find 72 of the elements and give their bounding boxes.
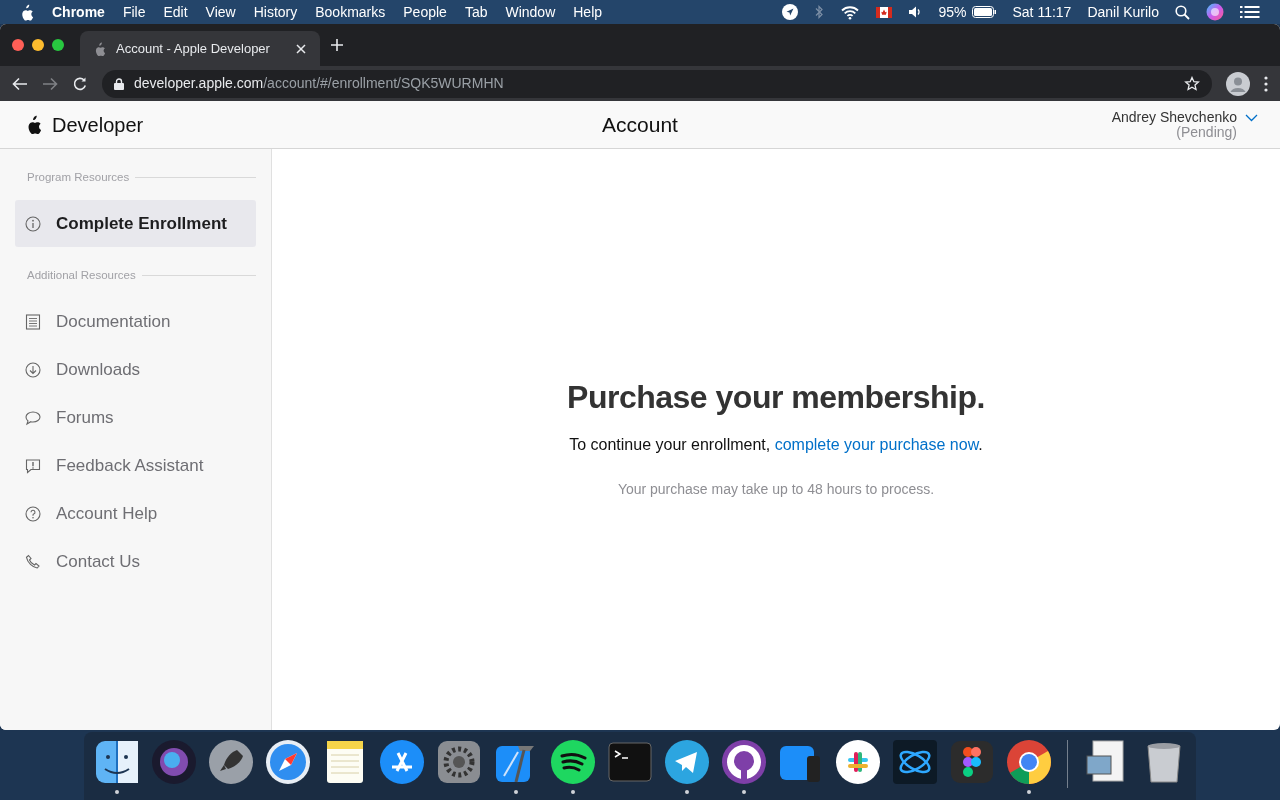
apple-logo-icon[interactable]	[26, 114, 44, 135]
bluetooth-icon[interactable]	[814, 4, 825, 20]
chrome-icon[interactable]	[1004, 738, 1053, 786]
search-icon[interactable]	[1175, 4, 1190, 20]
menu-item[interactable]: Window	[505, 1, 556, 23]
app-store-icon[interactable]	[377, 738, 426, 786]
siri-icon[interactable]	[1206, 3, 1224, 21]
close-icon[interactable]	[296, 43, 306, 54]
feedback-icon	[25, 458, 41, 474]
menu-item[interactable]: Bookmarks	[315, 1, 386, 23]
compass-icon[interactable]	[263, 738, 312, 786]
close-window-button[interactable]	[12, 39, 24, 51]
clock[interactable]: Sat 11:17	[1012, 1, 1072, 23]
user-name[interactable]: Danil Kurilo	[1087, 1, 1159, 23]
help-icon	[25, 506, 41, 522]
browser-tab[interactable]: Account - Apple Developer	[80, 31, 320, 66]
sidebar-item[interactable]: Contact Us	[15, 538, 256, 586]
menu-item[interactable]: File	[122, 1, 146, 23]
wifi-icon[interactable]	[840, 4, 861, 20]
sidebar-item[interactable]: Account Help	[15, 490, 256, 538]
spotify-icon[interactable]	[548, 738, 597, 786]
siri-icon[interactable]	[149, 738, 198, 786]
app-menu[interactable]: Chrome	[52, 1, 105, 23]
battery-icon[interactable]	[971, 6, 997, 18]
reload-icon[interactable]	[72, 75, 88, 92]
slack-icon[interactable]	[833, 738, 882, 786]
forward-arrow-icon[interactable]	[42, 76, 58, 91]
document-icon	[25, 314, 41, 330]
menu-item[interactable]: People	[403, 1, 447, 23]
menu-item[interactable]: Tab	[464, 1, 488, 23]
info-icon	[25, 215, 41, 232]
flag-icon[interactable]	[876, 6, 893, 18]
list-icon[interactable]	[1240, 5, 1260, 19]
sidebar-item[interactable]: Documentation	[15, 298, 256, 346]
processing-note: Your purchase may take up to 48 hours to process.	[617, 480, 935, 499]
account-name[interactable]: Andrey Shevchenko	[1111, 109, 1237, 125]
account-status: (Pending)	[1176, 124, 1237, 140]
page-title: Account	[601, 111, 679, 138]
battery-percentage: 95%	[938, 2, 967, 22]
more-vertical-icon[interactable]	[1264, 75, 1268, 92]
minimize-window-button[interactable]	[32, 39, 44, 51]
menu-item[interactable]: Edit	[163, 1, 188, 23]
section-heading: Program Resources	[27, 170, 130, 185]
section-heading: Additional Resources	[27, 268, 136, 284]
zoom-window-button[interactable]	[52, 39, 64, 51]
speaker-icon[interactable]	[908, 5, 923, 19]
speech-bubble-icon	[25, 410, 41, 426]
swirl-icon[interactable]	[890, 738, 939, 786]
download-icon	[25, 362, 41, 378]
back-arrow-icon[interactable]	[12, 76, 28, 91]
plus-icon[interactable]	[330, 38, 344, 52]
sidebar-item[interactable]: Forums	[15, 394, 256, 442]
star-icon[interactable]	[1184, 75, 1200, 92]
address-bar[interactable]: developer.apple.com/account/#/enrollment/SQK5WURMHN	[102, 69, 1212, 98]
sidebar-item[interactable]: Downloads	[15, 346, 256, 394]
avatar-icon[interactable]	[1226, 71, 1250, 96]
url-text: developer.apple.com/account/#/enrollment/SQK5WURMHN	[134, 74, 505, 93]
paper-plane-icon[interactable]	[662, 738, 711, 786]
menu-item[interactable]: History	[253, 1, 298, 23]
enrollment-message: To continue your enrollment, complete your purchase now.	[569, 435, 983, 455]
menu-item[interactable]: View	[205, 1, 236, 23]
chevron-down-icon[interactable]	[1245, 113, 1258, 122]
menu-item[interactable]: Help	[573, 1, 603, 23]
main-heading: Purchase your membership.	[567, 378, 985, 417]
sidebar-item[interactable]: Complete Enrollment	[15, 200, 256, 248]
sidebar-item[interactable]: Feedback Assistant	[15, 442, 256, 490]
phone-icon	[25, 554, 41, 570]
lock-icon	[114, 77, 124, 90]
purchase-link[interactable]: complete your purchase now	[774, 436, 979, 453]
brand-name[interactable]: Developer	[52, 109, 144, 140]
apple-logo-icon	[94, 41, 106, 56]
apple-logo-icon[interactable]	[20, 3, 34, 21]
